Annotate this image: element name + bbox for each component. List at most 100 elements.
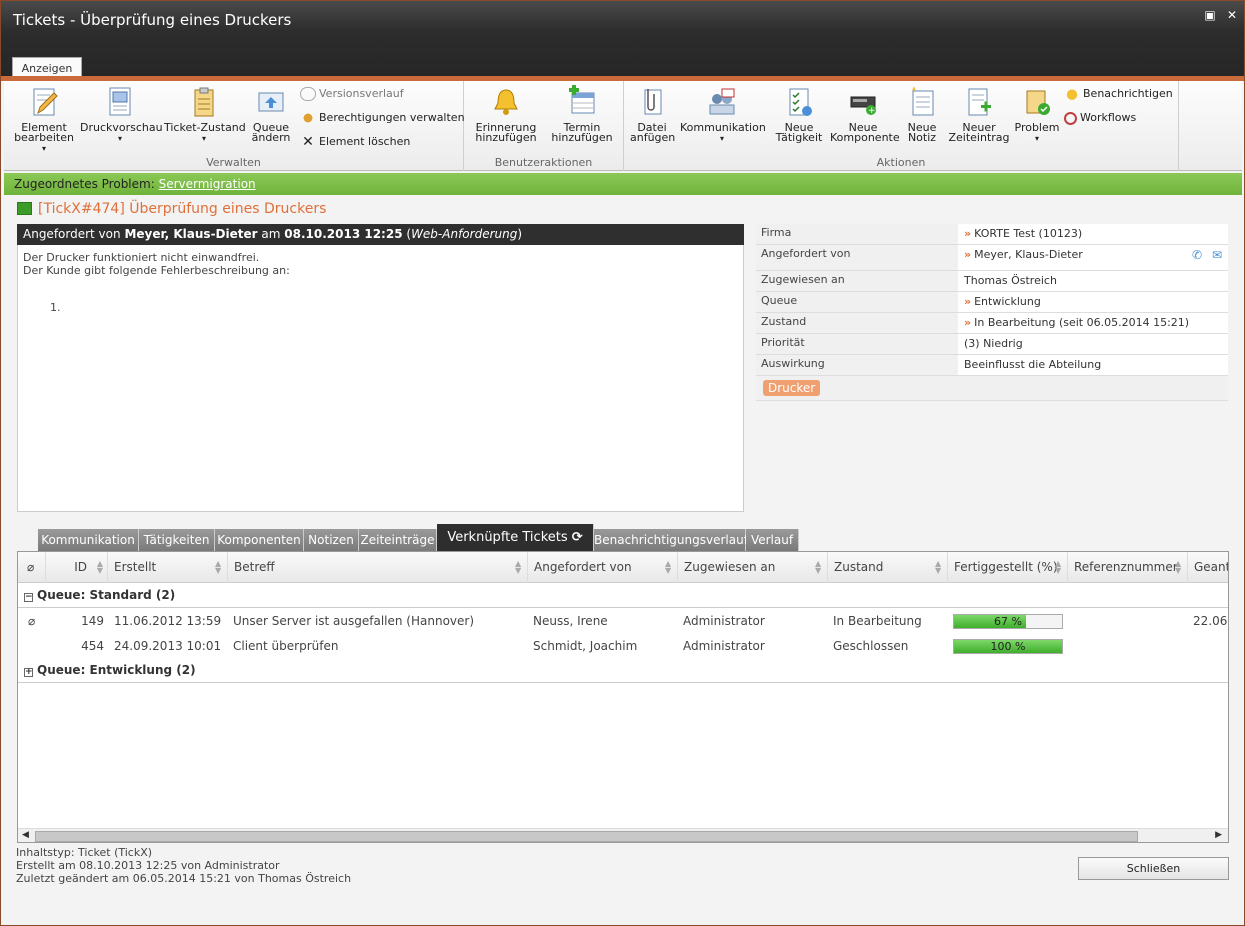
cell-betreff[interactable]: Unser Server ist ausgefallen (Hannover) (233, 609, 474, 634)
refresh-icon[interactable]: ⟳ (572, 530, 583, 545)
grid-header: ⌀ ID ▲ ▼ Erstellt ▲ ▼ Betreff ▲ ▼ Angefordert von… (18, 552, 1229, 583)
tab-komponenten[interactable]: Komponenten (215, 529, 304, 551)
tab-kommunikation[interactable]: Kommunikation (38, 529, 139, 551)
sort-icon[interactable]: ▲ ▼ (1055, 560, 1063, 575)
tab-verlauf[interactable]: Verlauf (746, 529, 799, 551)
ribbon: Element bearbeiten ▾ Druckvorschau ▾ Ticke… (4, 81, 1242, 171)
column-header[interactable]: Zustand ▲ ▼ (828, 552, 948, 583)
neue-komponente-button[interactable]: + Neue Komponente (828, 85, 900, 143)
sort-icon[interactable]: ▲ ▼ (815, 560, 823, 575)
property-value[interactable]: » Entwicklung (958, 292, 1228, 312)
column-header[interactable]: Referenznummer ▲ ▼ (1068, 552, 1188, 583)
column-label: Geant (1194, 560, 1229, 574)
sort-icon[interactable]: ▲ ▼ (935, 560, 943, 575)
modified-info: Zuletzt geändert am 06.05.2014 15:21 von… (16, 872, 352, 885)
parent-label: Zugeordnetes Problem: (14, 177, 155, 191)
clipboard-icon (194, 87, 214, 117)
element-bearbeiten-button[interactable]: Element bearbeiten ▾ (10, 85, 78, 154)
ticket-title: [TickX#474] Überprüfung eines Druckers (38, 201, 327, 217)
cell-id: 149 (81, 614, 104, 628)
column-header[interactable]: Betreff ▲ ▼ (228, 552, 528, 583)
print-preview-icon (109, 87, 131, 116)
datei-anfuegen-button[interactable]: Datei anfügen (628, 85, 676, 143)
cell-erstellt: 24.09.2013 10:01 (114, 639, 222, 653)
created-info: Erstellt am 08.10.2013 12:25 von Adminis… (16, 859, 280, 872)
sort-icon[interactable]: ▲ ▼ (515, 560, 523, 575)
attachment-column-icon[interactable]: ⌀ (18, 552, 46, 583)
horizontal-scrollbar[interactable]: ◀ ▶ (18, 828, 1228, 842)
property-key: Priorität (756, 334, 958, 354)
column-header[interactable]: Zugewiesen an ▲ ▼ (678, 552, 828, 583)
column-header[interactable]: Fertiggestellt (%) ▲ ▼ (948, 552, 1068, 583)
property-key: Auswirkung (756, 355, 958, 375)
queue-aendern-button[interactable]: Queue ändern (248, 85, 294, 143)
problem-button[interactable]: Problem ▾ (1014, 85, 1060, 144)
element-loeschen-button[interactable]: ✕ Element löschen (300, 133, 410, 151)
tab-notizen[interactable]: Notizen (304, 529, 359, 551)
tab-tätigkeiten[interactable]: Tätigkeiten (139, 529, 215, 551)
attach-file-icon (644, 89, 662, 115)
column-header[interactable]: ID ▲ ▼ (46, 552, 108, 583)
sort-icon[interactable]: ▲ ▼ (95, 560, 103, 575)
column-header[interactable]: Angefordert von ▲ ▼ (528, 552, 678, 583)
parent-problem-link[interactable]: Servermigration (159, 177, 256, 191)
group-row-standard[interactable]: − Queue: Standard (2) (18, 583, 1228, 608)
property-value[interactable]: » KORTE Test (10123) (958, 224, 1228, 244)
tag-badge[interactable]: Drucker (763, 380, 821, 396)
druckvorschau-button[interactable]: Druckvorschau ▾ (80, 85, 163, 144)
workflows-button[interactable]: Workflows (1064, 109, 1136, 127)
property-row: Firma» KORTE Test (10123) (756, 224, 1228, 245)
column-label: Angefordert von (534, 560, 632, 574)
table-row[interactable]: 454 24.09.2013 10:01 Client überprüfen Schm… (18, 634, 1228, 659)
tab-label: Kommunikation (41, 533, 135, 547)
mail-icon[interactable]: ✉ (1212, 248, 1222, 262)
property-value[interactable]: » In Bearbeitung (seit 06.05.2014 15:21) (958, 313, 1228, 333)
column-label: Zustand (834, 560, 884, 574)
table-row[interactable]: ⌀ 149 11.06.2012 13:59 Unser Server ist aus… (18, 609, 1228, 634)
termin-button[interactable]: Termin hinzufügen (546, 85, 618, 143)
benachrichtigen-button[interactable]: Benachrichtigen (1064, 85, 1173, 103)
sort-icon[interactable]: ▲ ▼ (215, 560, 223, 575)
cell-betreff[interactable]: Client überprüfen (233, 634, 338, 659)
tab-benachrichtigungsverlauf[interactable]: Benachrichtigungsverlauf (594, 529, 748, 551)
property-key: Firma (756, 224, 958, 244)
erinnerung-button[interactable]: Erinnerung hinzufügen (470, 85, 542, 143)
group-row-entwicklung[interactable]: + Queue: Entwicklung (2) (18, 658, 1228, 683)
column-header[interactable]: Geant (1188, 552, 1229, 583)
kommunikation-button[interactable]: Kommunikation ▾ (680, 85, 766, 144)
sort-icon[interactable]: ▲ ▼ (665, 560, 673, 575)
neue-notiz-button[interactable]: Neue Notiz (902, 85, 942, 143)
linked-tickets-grid: ⌀ ID ▲ ▼ Erstellt ▲ ▼ Betreff ▲ ▼ Angefordert von… (17, 551, 1229, 843)
collapse-icon[interactable]: − (24, 593, 33, 602)
desc-list-item: 1. (50, 301, 61, 314)
scroll-right-icon[interactable]: ▶ (1215, 830, 1222, 840)
ticket-zustand-button[interactable]: Ticket-Zustand ▾ (164, 85, 246, 144)
scrollbar-thumb[interactable] (35, 831, 1138, 842)
attachment-icon[interactable]: ⌀ (28, 609, 35, 634)
column-label: Fertiggestellt (%) (954, 560, 1058, 574)
column-header[interactable]: Erstellt ▲ ▼ (108, 552, 228, 583)
cell-zugewiesen: Administrator (683, 614, 765, 628)
tag-row: Drucker (756, 376, 1228, 401)
bell-icon (494, 89, 518, 115)
expand-icon[interactable]: + (24, 668, 33, 677)
neuer-zeiteintrag-button[interactable]: Neuer Zeiteintrag (944, 85, 1014, 143)
versionsverlauf-button[interactable]: Versionsverlauf (300, 85, 404, 103)
column-label: Referenznummer (1074, 560, 1178, 574)
sort-icon[interactable]: ▲ ▼ (1175, 560, 1183, 575)
phone-icon[interactable]: ✆ (1192, 248, 1202, 262)
close-icon[interactable]: ✕ (1225, 9, 1239, 21)
tab-zeiteinträge[interactable]: Zeiteinträge (359, 529, 437, 551)
neue-taetigkeit-button[interactable]: Neue Tätigkeit (772, 85, 826, 143)
tab-verknüpftetickets[interactable]: Verknüpfte Tickets ⟳ (437, 524, 594, 551)
maximize-icon[interactable]: ▣ (1203, 9, 1217, 21)
progress-label: 67 % (994, 615, 1022, 628)
scroll-left-icon[interactable]: ◀ (22, 830, 29, 840)
berechtigungen-button[interactable]: Berechtigungen verwalten (300, 109, 465, 127)
cell-zustand: Geschlossen (833, 639, 909, 653)
close-button[interactable]: Schließen (1078, 857, 1229, 880)
property-value-text: KORTE Test (10123) (974, 227, 1083, 240)
property-row: Queue» Entwicklung (756, 292, 1228, 313)
ticket-properties: Firma» KORTE Test (10123) Angefordert von»… (756, 224, 1228, 401)
property-value[interactable]: » Meyer, Klaus-Dieter (958, 245, 1228, 270)
